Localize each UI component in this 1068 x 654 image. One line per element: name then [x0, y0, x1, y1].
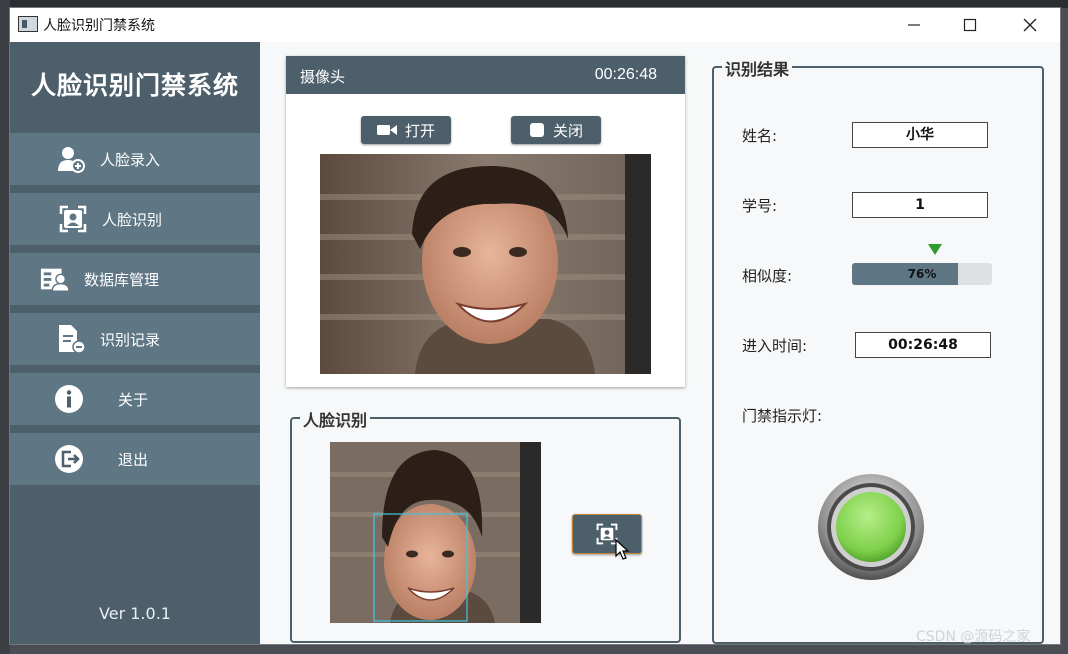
open-camera-button[interactable]: 打开 [361, 116, 451, 144]
info-icon [54, 384, 84, 414]
similarity-progress: 76% [852, 263, 992, 285]
scan-face-button[interactable] [572, 514, 642, 560]
name-label: 姓名: [742, 127, 778, 145]
sidebar-item-label: 识别记录 [100, 330, 161, 349]
close-icon [1023, 18, 1037, 32]
version-label: Ver 1.0.1 [99, 604, 171, 623]
id-field: 1 [852, 192, 988, 218]
watermark: CSDN @源码之家 [916, 629, 1031, 645]
close-camera-label: 关闭 [552, 121, 583, 140]
maximize-button[interactable] [948, 8, 992, 42]
camera-header: 摄像头 00:26:48 [286, 56, 685, 94]
entry-time-field: 00:26:48 [855, 332, 991, 358]
door-indicator-light [818, 474, 924, 580]
open-camera-label: 打开 [404, 121, 435, 140]
close-camera-button[interactable]: 关闭 [511, 116, 601, 144]
record-document-icon [56, 324, 86, 354]
similarity-label: 相似度: [742, 267, 793, 285]
window-title: 人脸识别门禁系统 [43, 18, 155, 34]
door-light-label: 门禁指示灯: [742, 407, 823, 425]
sidebar-item-records[interactable]: 识别记录 [10, 313, 260, 365]
similarity-text: 76% [907, 267, 937, 281]
close-button[interactable] [1008, 8, 1052, 42]
sidebar-item-label: 人脸识别 [102, 210, 163, 229]
sidebar: 人脸识别门禁系统 人脸录入 人脸识别 数据库管理 识别记录 关于 退出 Ver … [10, 42, 260, 644]
sidebar-item-face-enroll[interactable]: 人脸录入 [10, 133, 260, 185]
add-user-icon [56, 144, 86, 174]
sidebar-item-label: 人脸录入 [100, 150, 161, 169]
sidebar-item-label: 关于 [118, 390, 149, 409]
sidebar-item-about[interactable]: 关于 [10, 373, 260, 425]
id-label: 学号: [742, 197, 778, 215]
face-recognition-group: 人脸识别 [290, 407, 681, 643]
camera-title: 摄像头 [300, 68, 346, 86]
captured-face-image [330, 442, 541, 623]
sidebar-item-database[interactable]: 数据库管理 [10, 253, 260, 305]
database-card-icon [40, 264, 70, 294]
face-recognition-title: 人脸识别 [300, 407, 371, 431]
result-group: 识别结果 姓名: 小华 学号: 1 相似度: 76% 进入时间: 00:26:4… [712, 56, 1044, 644]
video-camera-icon [376, 125, 397, 135]
mouse-cursor-icon [615, 539, 630, 560]
maximize-icon [963, 18, 977, 32]
title-bar: 人脸识别门禁系统 [10, 8, 1060, 42]
camera-feed-image [320, 154, 651, 374]
camera-feed [320, 154, 651, 374]
result-title: 识别结果 [722, 56, 793, 80]
captured-face [330, 442, 541, 623]
camera-panel: 摄像头 00:26:48 打开 关闭 [286, 56, 685, 387]
sidebar-item-face-recognition[interactable]: 人脸识别 [10, 193, 260, 245]
minimize-button[interactable] [892, 8, 936, 42]
sidebar-item-exit[interactable]: 退出 [10, 433, 260, 485]
face-scan-icon [58, 204, 88, 234]
sidebar-app-name: 人脸识别门禁系统 [30, 71, 239, 100]
logout-icon [54, 444, 84, 474]
main-content: 摄像头 00:26:48 打开 关闭 人脸识别 识别结果 姓名: 小华 学号: … [260, 42, 1060, 644]
sidebar-item-label: 退出 [118, 450, 149, 469]
app-window: 人脸识别门禁系统 人脸识别门禁系统 人脸录入 人脸识别 数据库管理 识别记录 关… [10, 8, 1060, 644]
sidebar-item-label: 数据库管理 [84, 270, 160, 289]
minimize-icon [908, 24, 920, 26]
camera-time: 00:26:48 [594, 66, 657, 83]
stop-square-icon [529, 123, 544, 137]
similarity-marker-icon [928, 244, 942, 255]
entry-time-label: 进入时间: [742, 337, 808, 355]
app-window-icon [18, 16, 38, 32]
name-field: 小华 [852, 122, 988, 148]
